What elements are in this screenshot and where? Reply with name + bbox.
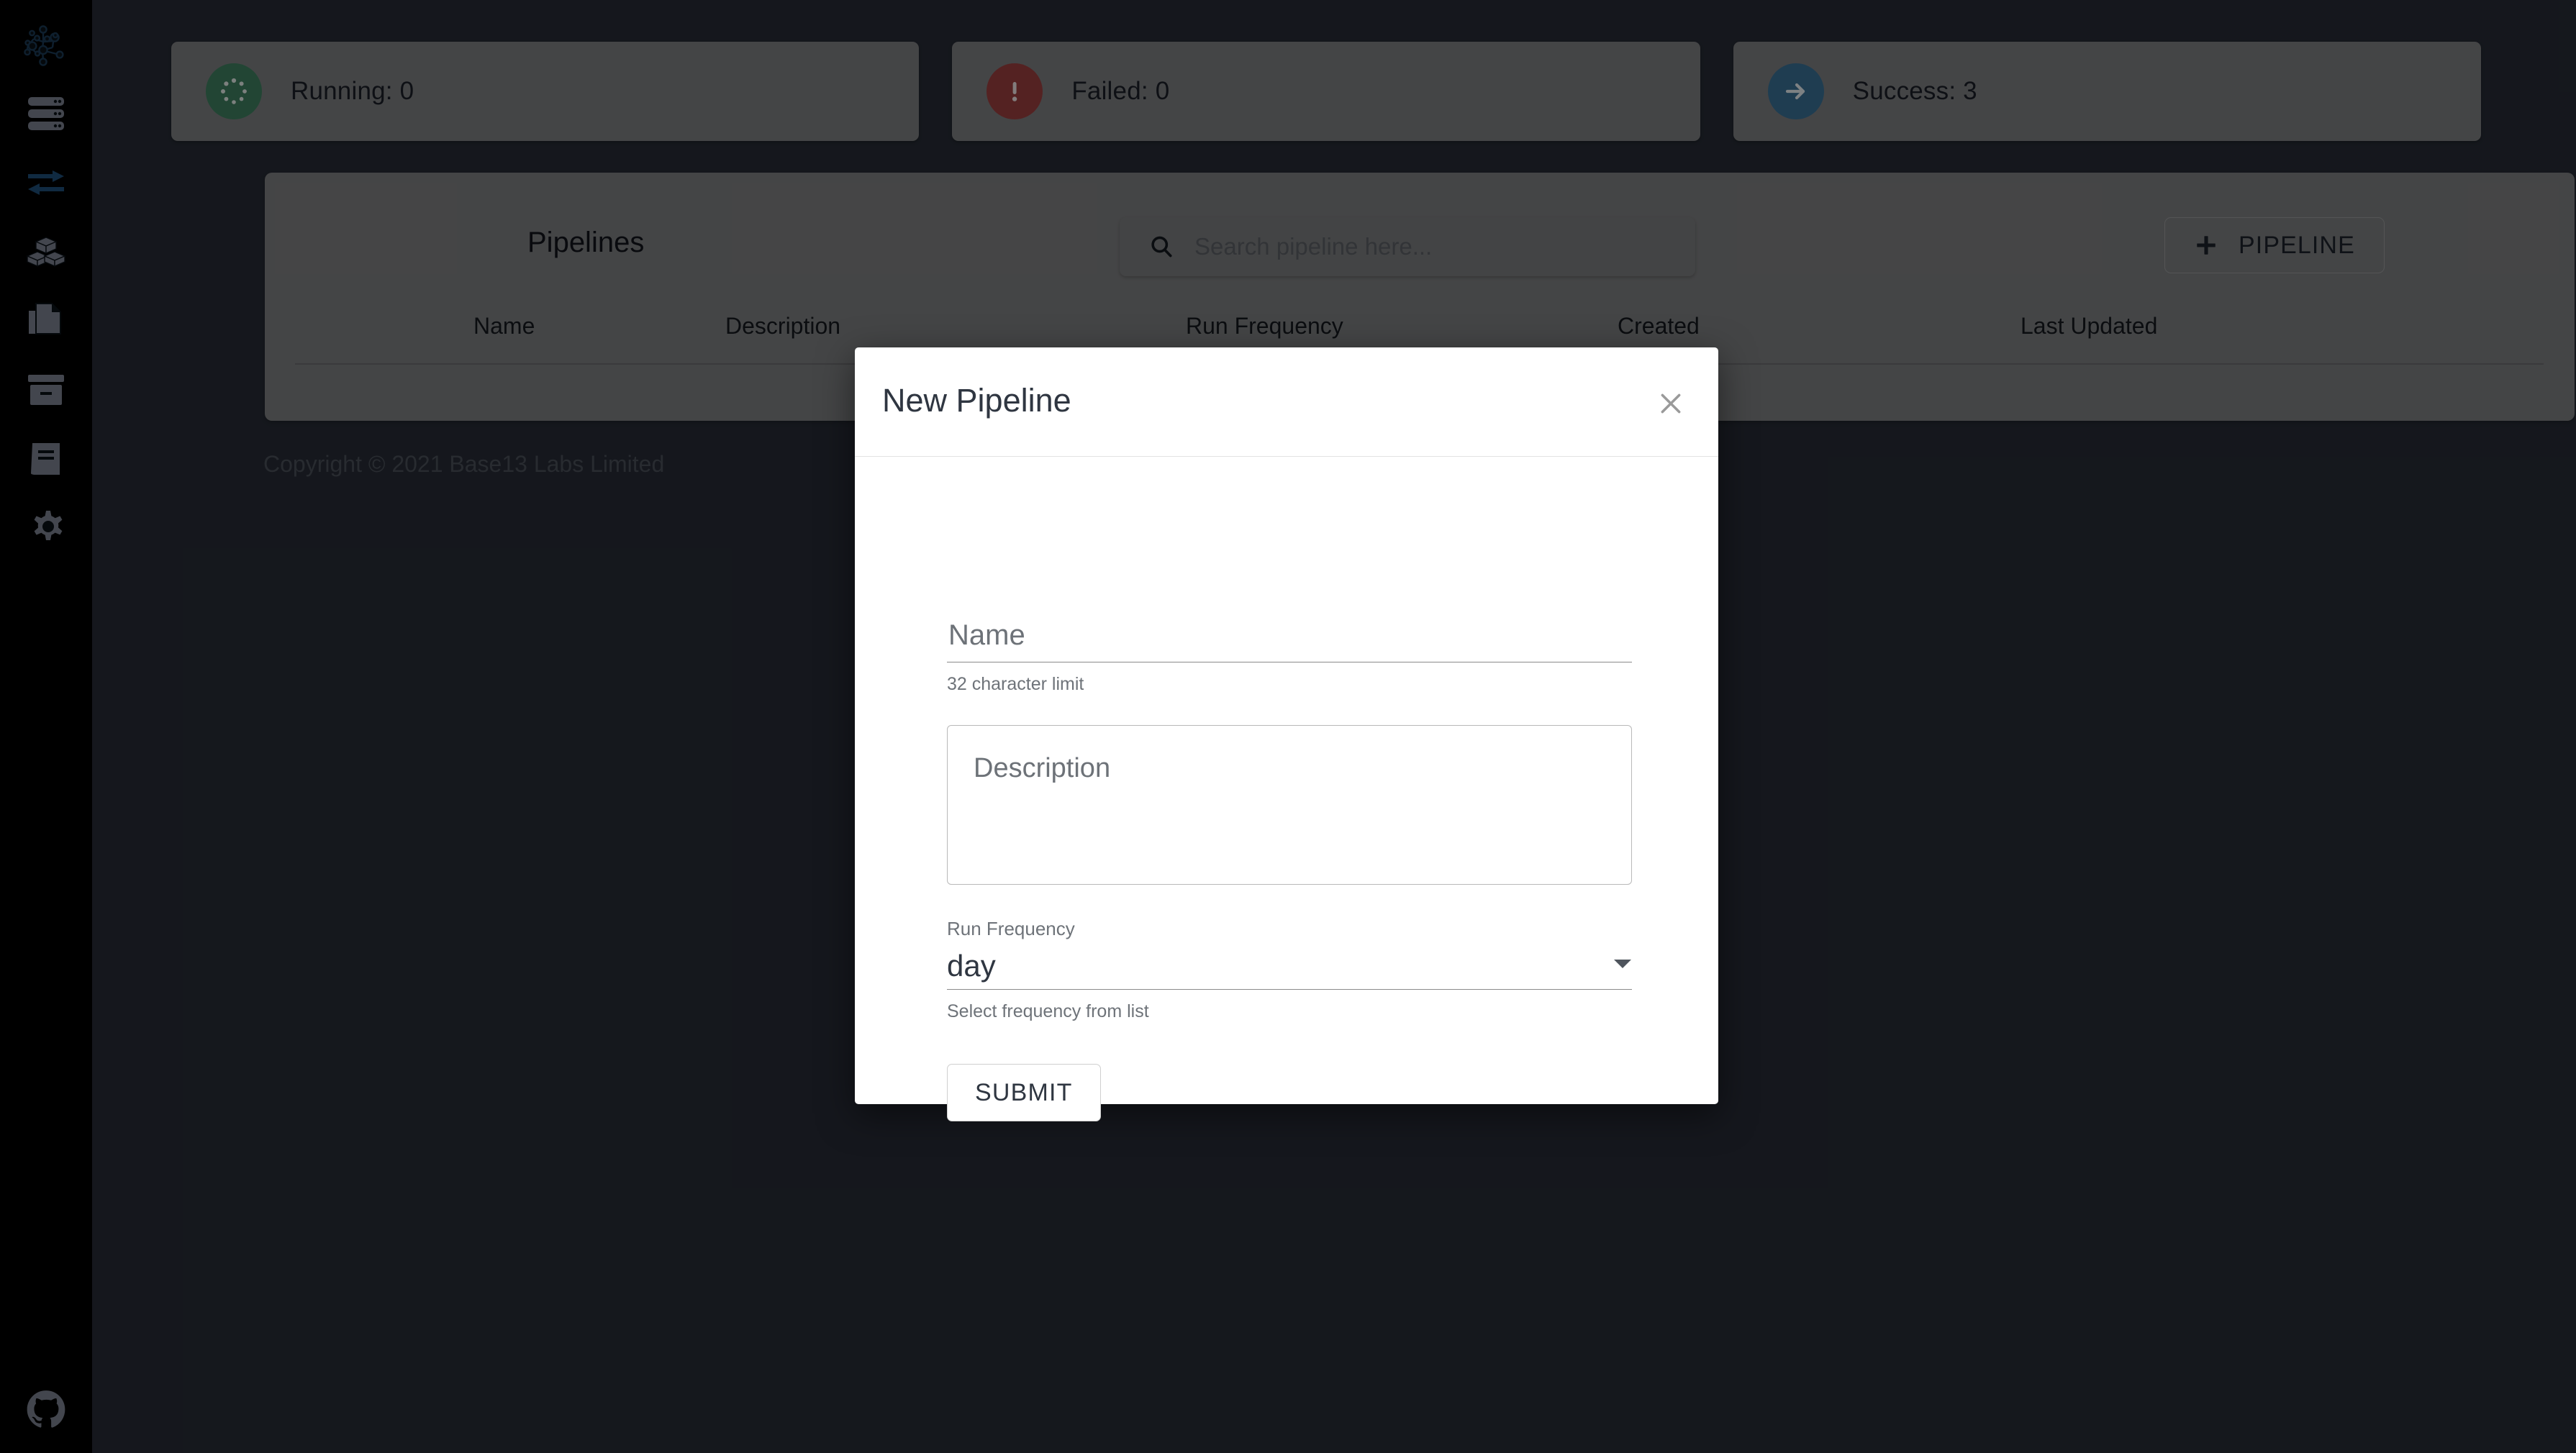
- run-frequency-helper-text: Select frequency from list: [947, 1001, 1149, 1022]
- run-frequency-select[interactable]: day: [947, 949, 1632, 990]
- description-textarea[interactable]: [947, 725, 1632, 885]
- submit-button[interactable]: SUBMIT: [947, 1064, 1101, 1122]
- run-frequency-field-group: Run Frequency day Select frequency from …: [947, 918, 1632, 1022]
- run-frequency-label: Run Frequency: [947, 918, 1075, 939]
- dialog-title: New Pipeline: [882, 382, 1071, 419]
- name-input[interactable]: [947, 619, 1632, 662]
- new-pipeline-dialog: New Pipeline 32 character limit Run Freq…: [855, 347, 1718, 1122]
- close-button[interactable]: [1651, 383, 1691, 424]
- run-frequency-value: day: [947, 949, 996, 983]
- close-icon: [1661, 393, 1681, 414]
- name-helper-text: 32 character limit: [947, 674, 1084, 694]
- name-field-group: 32 character limit: [947, 619, 1632, 695]
- dialog-header: New Pipeline: [855, 347, 1718, 457]
- dialog-body: 32 character limit Run Frequency day Sel…: [855, 619, 1718, 1122]
- chevron-down-icon: [1613, 958, 1632, 973]
